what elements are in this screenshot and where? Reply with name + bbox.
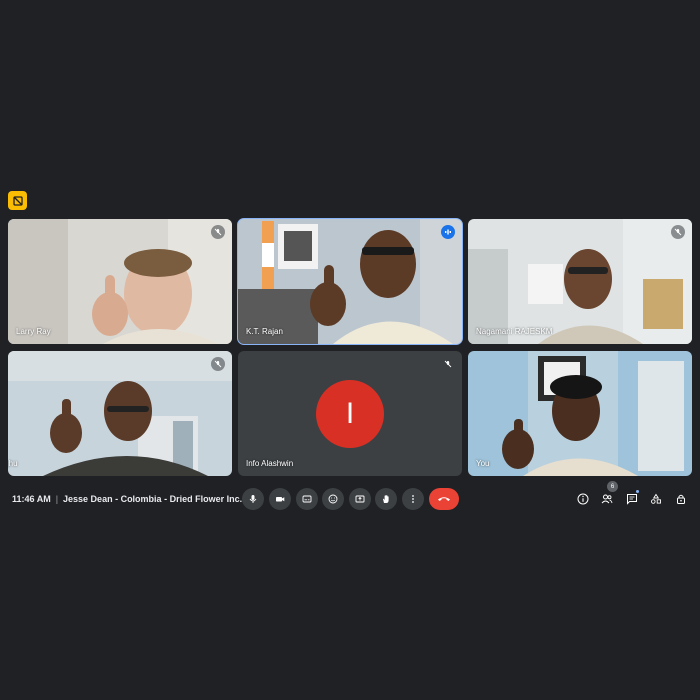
host-controls-icon xyxy=(677,494,685,504)
chat-button[interactable] xyxy=(624,491,640,507)
participant-tile-nagamani[interactable]: Nagamani RAJESKM xyxy=(468,219,692,344)
meeting-title: Jesse Dean - Colombia - Dried Flower Inc… xyxy=(63,494,248,504)
participant-tile-raghu[interactable]: Raghu xyxy=(8,351,232,476)
more-options-icon xyxy=(412,495,414,503)
participant-name: Larry Ray xyxy=(16,327,51,336)
chat-notification-dot xyxy=(636,490,639,493)
activities-icon xyxy=(651,493,661,504)
mic-button[interactable] xyxy=(242,488,264,510)
mic-muted-icon xyxy=(441,357,455,371)
raise-hand-button[interactable] xyxy=(375,488,397,510)
end-call-icon xyxy=(438,497,450,501)
participant-video xyxy=(468,351,692,476)
mic-muted-icon xyxy=(211,357,225,371)
people-button[interactable] xyxy=(599,491,615,507)
participant-name: You xyxy=(476,459,490,468)
avatar: I xyxy=(316,380,384,448)
participant-tile-info-alashwin[interactable]: I Info Alashwin xyxy=(238,351,462,476)
mic-muted-icon xyxy=(671,225,685,239)
meeting-time: 11:46 AM xyxy=(12,494,51,504)
participant-video xyxy=(468,219,692,344)
mic-icon xyxy=(249,495,257,503)
participant-video xyxy=(8,351,232,476)
meeting-separator: | xyxy=(55,494,59,504)
emoji-icon xyxy=(328,494,338,504)
control-bar: 11:46 AM | Jesse Dean - Colombia - Dried F… xyxy=(0,481,700,516)
raise-hand-icon xyxy=(383,495,389,503)
speaking-indicator-icon xyxy=(441,225,455,239)
people-icon xyxy=(601,494,613,504)
meeting-info: 11:46 AM | Jesse Dean - Colombia - Dried F… xyxy=(12,494,247,504)
present-icon xyxy=(355,495,365,503)
activities-button[interactable] xyxy=(648,491,664,507)
more-options-button[interactable] xyxy=(402,488,424,510)
captions-button[interactable] xyxy=(296,488,318,510)
participant-name: Info Alashwin xyxy=(246,459,294,468)
host-controls-button[interactable] xyxy=(673,491,689,507)
captions-icon xyxy=(302,495,312,503)
participant-tile-you[interactable]: You xyxy=(468,351,692,476)
meeting-badge-icon[interactable] xyxy=(8,191,27,210)
present-button[interactable] xyxy=(349,488,371,510)
participant-name: Nagamani RAJESKM xyxy=(476,327,553,336)
participant-name: Raghu xyxy=(8,459,18,468)
emoji-button[interactable] xyxy=(322,488,344,510)
chat-icon xyxy=(627,494,637,505)
meeting-details-button[interactable] xyxy=(575,491,591,507)
camera-button[interactable] xyxy=(269,488,291,510)
participant-name: K.T. Rajan xyxy=(246,327,283,336)
participant-video xyxy=(8,219,232,344)
camera-icon xyxy=(276,497,285,502)
end-call-button[interactable] xyxy=(429,488,459,510)
mic-muted-icon xyxy=(211,225,225,239)
participant-tile-kt-rajan[interactable]: K.T. Rajan xyxy=(237,218,463,345)
info-icon xyxy=(577,493,589,505)
participant-video xyxy=(238,219,462,344)
participant-tile-larry-ray[interactable]: Larry Ray xyxy=(8,219,232,344)
